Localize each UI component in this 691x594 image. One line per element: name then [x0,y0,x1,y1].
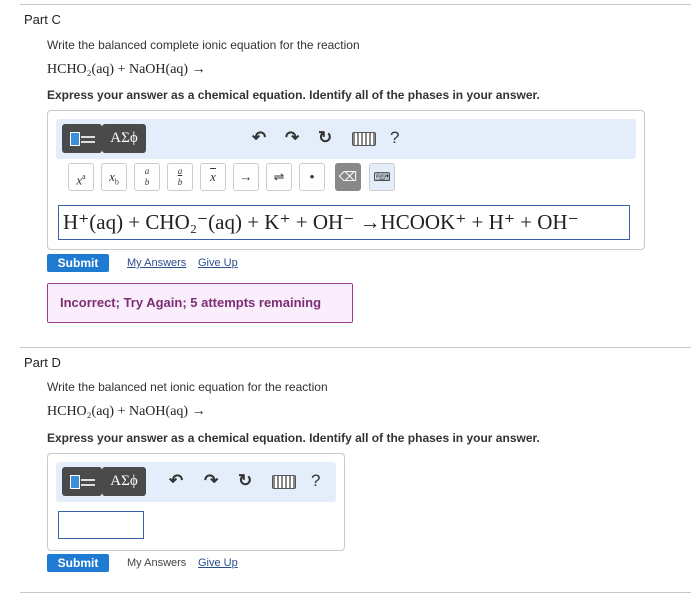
redo-icon[interactable]: ↷ [285,127,299,149]
part-d-answer-editor: ΑΣϕ ↶ ↷ ↻ ? [47,453,345,551]
part-c-answer-input[interactable]: H⁺(aq) + CHO₂⁻(aq) + K⁺ + OH⁻ →HCOOK⁺ + … [58,205,630,240]
part-c-title: Part C [24,12,61,27]
part-d-title: Part D [24,355,61,370]
part-d-reaction: HCHO₂(aq) + NaOH(aq) → [47,404,206,419]
subscript-button[interactable]: xb [101,163,127,191]
reset-icon[interactable]: ↻ [318,127,332,149]
overbar-button[interactable]: x [200,163,226,191]
part-c-answer-editor: ΑΣϕ ↶ ↷ ↻ ? xa xb ab ab x → ⇌ • ⌫ ⌨ H⁺(a… [47,110,645,250]
part-c-feedback-message: Incorrect; Try Again; 5 attempts remaini… [47,283,353,323]
part-c-submit-button[interactable]: Submit [47,254,109,272]
part-d-instruction: Express your answer as a chemical equati… [47,431,540,445]
template-icon [70,132,80,146]
part-d-give-up-link[interactable]: Give Up [198,557,238,569]
template-icon [70,475,80,489]
templates-button[interactable] [62,467,102,496]
part-c-toolbar: ΑΣϕ ↶ ↷ ↻ ? [56,119,636,159]
part-d-my-answers-link[interactable]: My Answers [127,557,186,569]
reaction-arrow-button[interactable]: → [233,163,259,191]
part-c-give-up-link[interactable]: Give Up [198,257,238,269]
part-c-my-answers-link[interactable]: My Answers [127,257,186,269]
greek-symbols-button[interactable]: ΑΣϕ [102,124,146,153]
reset-icon[interactable]: ↻ [238,470,252,492]
keyboard-shortcuts-icon[interactable] [272,475,296,489]
greek-symbols-button[interactable]: ΑΣϕ [102,467,146,496]
help-button[interactable]: ? [390,127,399,149]
part-divider [20,347,691,348]
part-divider-top [20,4,691,5]
undo-icon[interactable]: ↶ [169,470,183,492]
part-d-submit-button[interactable]: Submit [47,554,109,572]
part-c-reaction: HCHO₂(aq) + NaOH(aq) → [47,62,206,77]
fraction-button[interactable]: ab [134,163,160,191]
part-d-answer-input[interactable] [58,511,144,539]
superscript-button[interactable]: xa [68,163,94,191]
redo-icon[interactable]: ↷ [204,470,218,492]
part-c-answer-text: H⁺(aq) + CHO₂⁻(aq) + K⁺ + OH⁻ →HCOOK⁺ + … [63,210,579,234]
bullet-button[interactable]: • [299,163,325,191]
undo-icon[interactable]: ↶ [252,127,266,149]
templates-button[interactable] [62,124,102,153]
fraction-stacked-button[interactable]: ab [167,163,193,191]
keyboard-shortcuts-icon[interactable] [352,132,376,146]
part-d-toolbar: ΑΣϕ ↶ ↷ ↻ ? [56,462,336,502]
part-d-question: Write the balanced net ionic equation fo… [47,380,328,394]
backspace-button[interactable]: ⌫ [335,163,361,191]
keyboard-toggle-button[interactable]: ⌨ [369,163,395,191]
help-button[interactable]: ? [311,470,320,492]
part-c-instruction: Express your answer as a chemical equati… [47,88,540,102]
part-d-answer-text [59,516,63,538]
equilibrium-arrow-button[interactable]: ⇌ [266,163,292,191]
part-c-question: Write the balanced complete ionic equati… [47,38,360,52]
part-divider-bottom [20,592,691,593]
